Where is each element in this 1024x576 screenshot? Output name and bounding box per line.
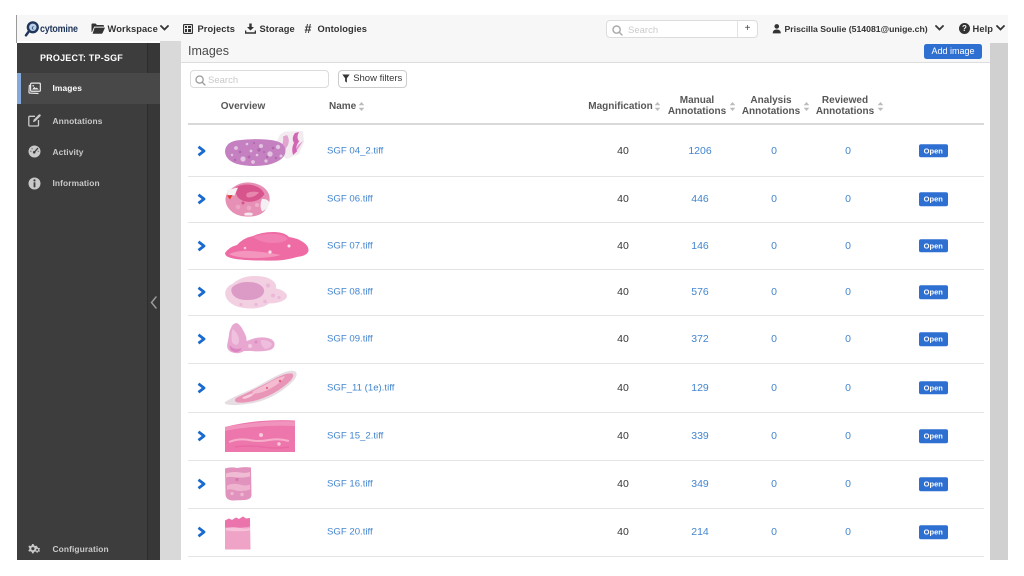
svg-text:c: c <box>31 26 34 32</box>
svg-text:?: ? <box>962 24 967 33</box>
